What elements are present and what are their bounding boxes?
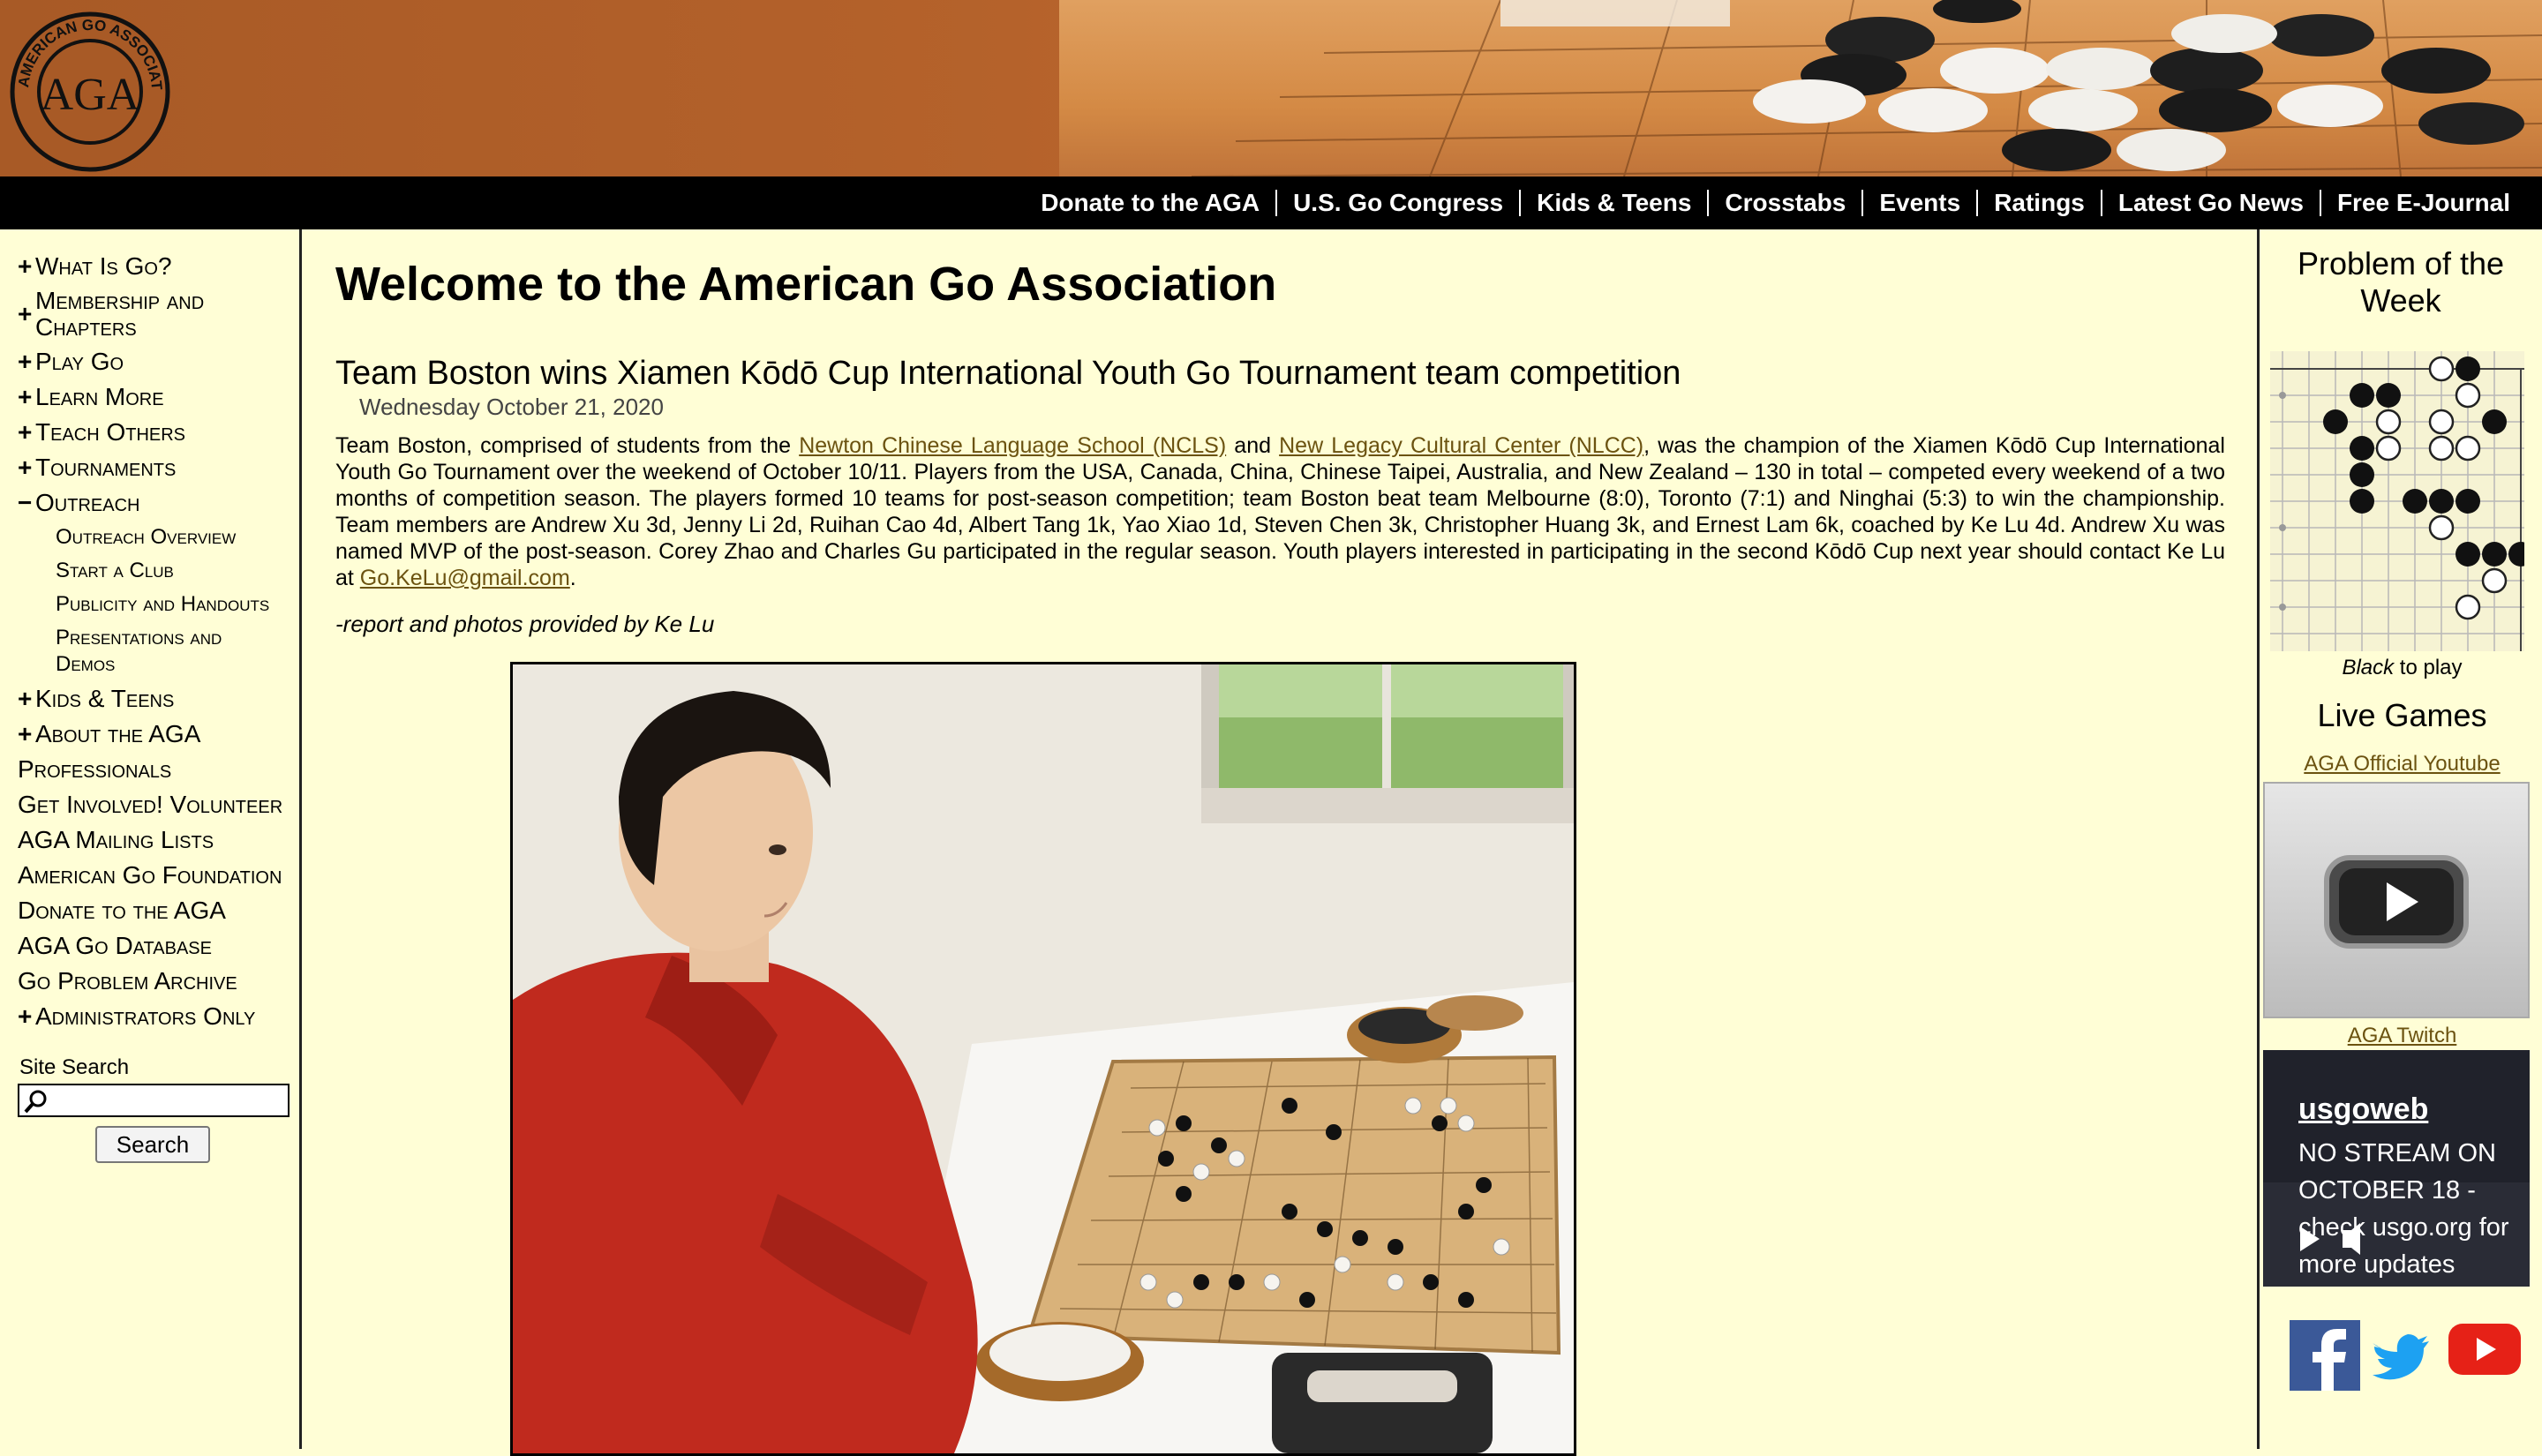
body-text: and <box>1226 433 1280 458</box>
right-sidebar: Problem of the Week Black to play Live G… <box>2257 229 2542 1449</box>
twitch-video-embed[interactable]: usgoweb NO STREAM ON OCTOBER 18 - check … <box>2263 1050 2530 1287</box>
sidebar-item-label: Play Go <box>35 348 124 375</box>
sidebar-sub-start-a-club[interactable]: Start a Club <box>18 554 299 588</box>
nlcc-link[interactable]: New Legacy Cultural Center (NLCC) <box>1279 433 1643 458</box>
sidebar-item-label: Membership and Chapters <box>35 287 205 341</box>
sidebar-item-label: Outreach <box>35 489 140 516</box>
svg-text:AGA: AGA <box>41 70 140 120</box>
sidebar-item-kids-teens[interactable]: + Kids & Teens <box>18 681 299 717</box>
search-button[interactable]: Search <box>95 1126 210 1163</box>
expand-icon: + <box>18 383 33 410</box>
nav-latest-go-news[interactable]: Latest Go News <box>2100 190 2320 216</box>
sidebar-item-about-aga[interactable]: + About the AGA <box>18 717 299 752</box>
sidebar-item-american-go-foundation[interactable]: American Go Foundation <box>18 858 299 893</box>
sidebar-item-tournaments[interactable]: + Tournaments <box>18 450 299 485</box>
sidebar-item-label: Teach Others <box>35 418 186 446</box>
sidebar-sub-presentations-demos[interactable]: Presentations and Demos <box>18 621 256 681</box>
main-content: Welcome to the American Go Association T… <box>305 229 2257 1456</box>
to-play-color: Black <box>2342 656 2395 679</box>
expand-icon: + <box>18 454 33 481</box>
sidebar-item-label: Administrators Only <box>35 1002 256 1030</box>
site-search-label: Site Search <box>19 1055 130 1079</box>
ncls-link[interactable]: Newton Chinese Language School (NCLS) <box>799 433 1226 458</box>
sidebar-item-administrators[interactable]: + Administrators Only <box>18 999 299 1034</box>
aga-logo[interactable]: AMERICAN GO ASSOCIATION AGA <box>9 11 171 173</box>
sidebar-item-label: What Is Go? <box>35 252 172 280</box>
sidebar-item-donate[interactable]: Donate to the AGA <box>18 893 299 928</box>
to-play-text: to play <box>2394 656 2463 679</box>
twitter-icon[interactable] <box>2373 1334 2429 1380</box>
article-body: Team Boston, comprised of students from … <box>335 432 2225 591</box>
twitch-stream-status: NO STREAM ON OCTOBER 18 - check usgo.org… <box>2298 1139 2509 1279</box>
page-title: Welcome to the American Go Association <box>335 258 1277 311</box>
facebook-icon[interactable] <box>2290 1320 2360 1391</box>
article-date: Wednesday October 21, 2020 <box>359 394 664 420</box>
sidebar-sub-outreach-overview[interactable]: Outreach Overview <box>18 521 299 554</box>
youtube-icon[interactable] <box>2448 1324 2521 1375</box>
sidebar-item-go-database[interactable]: AGA Go Database <box>18 928 299 964</box>
nav-kids-teens[interactable]: Kids & Teens <box>1519 190 1707 216</box>
search-input[interactable] <box>51 1087 286 1114</box>
problem-caption: Black to play <box>2260 656 2542 680</box>
sidebar-item-what-is-go[interactable]: + What Is Go? <box>18 249 299 284</box>
expand-icon: + <box>18 300 33 327</box>
sidebar-item-volunteer[interactable]: Get Involved! Volunteer <box>18 787 299 822</box>
sidebar-item-professionals[interactable]: Professionals <box>18 752 299 787</box>
email-link[interactable]: Go.KeLu@gmail.com <box>360 566 570 590</box>
collapse-icon: − <box>18 489 33 516</box>
nav-crosstabs[interactable]: Crosstabs <box>1707 190 1861 216</box>
sidebar-item-membership[interactable]: + Membership and Chapters <box>18 284 299 344</box>
sidebar-item-outreach[interactable]: − Outreach <box>18 485 299 521</box>
header-go-stones-graphic <box>1191 0 2542 176</box>
sidebar-item-label: Kids & Teens <box>35 685 175 712</box>
top-nav-bar: Donate to the AGA U.S. Go Congress Kids … <box>0 176 2542 229</box>
sidebar-item-learn-more[interactable]: + Learn More <box>18 379 299 415</box>
youtube-channel-link[interactable]: AGA Official Youtube <box>2260 752 2542 777</box>
nav-us-go-congress[interactable]: U.S. Go Congress <box>1275 190 1519 216</box>
problem-of-the-week-title: Problem of the Week <box>2297 245 2505 319</box>
photo-credit: -report and photos provided by Ke Lu <box>335 611 715 637</box>
sidebar-item-problem-archive[interactable]: Go Problem Archive <box>18 964 299 999</box>
nav-events[interactable]: Events <box>1861 190 1976 216</box>
sidebar-item-label: Learn More <box>35 383 164 410</box>
expand-icon: + <box>18 1002 33 1030</box>
nav-ratings[interactable]: Ratings <box>1976 190 2101 216</box>
expand-icon: + <box>18 720 33 747</box>
expand-icon: + <box>18 418 33 446</box>
twitch-channel-link[interactable]: AGA Twitch <box>2260 1024 2542 1048</box>
youtube-video-embed[interactable] <box>2263 782 2530 1018</box>
nav-donate[interactable]: Donate to the AGA <box>1025 190 1275 216</box>
article-photo <box>510 662 1576 1456</box>
search-icon <box>24 1090 47 1114</box>
problem-of-the-week-board[interactable] <box>2270 351 2524 651</box>
nav-free-e-journal[interactable]: Free E-Journal <box>2319 190 2526 216</box>
live-games-title: Live Games <box>2317 697 2487 733</box>
expand-icon: + <box>18 252 33 280</box>
sidebar-item-label: About the AGA <box>35 720 201 747</box>
sidebar-item-mailing-lists[interactable]: AGA Mailing Lists <box>18 822 299 858</box>
twitch-channel-name[interactable]: usgoweb <box>2298 1092 2428 1127</box>
sidebar-item-teach-others[interactable]: + Teach Others <box>18 415 299 450</box>
sidebar-item-label: Tournaments <box>35 454 177 481</box>
body-text: Team Boston, comprised of students from … <box>335 433 800 458</box>
sidebar-sub-publicity-handouts[interactable]: Publicity and Handouts <box>18 588 299 621</box>
left-sidebar: + What Is Go? + Membership and Chapters + P… <box>0 229 302 1449</box>
site-header: AMERICAN GO ASSOCIATION AGA <box>0 0 2542 176</box>
body-text: . <box>569 566 576 590</box>
search-field[interactable] <box>18 1084 290 1117</box>
expand-icon: + <box>18 685 33 712</box>
article-title[interactable]: Team Boston wins Xiamen Kōdō Cup Interna… <box>335 353 2225 394</box>
expand-icon: + <box>18 348 33 375</box>
social-links <box>2260 1317 2542 1405</box>
sidebar-item-play-go[interactable]: + Play Go <box>18 344 299 379</box>
